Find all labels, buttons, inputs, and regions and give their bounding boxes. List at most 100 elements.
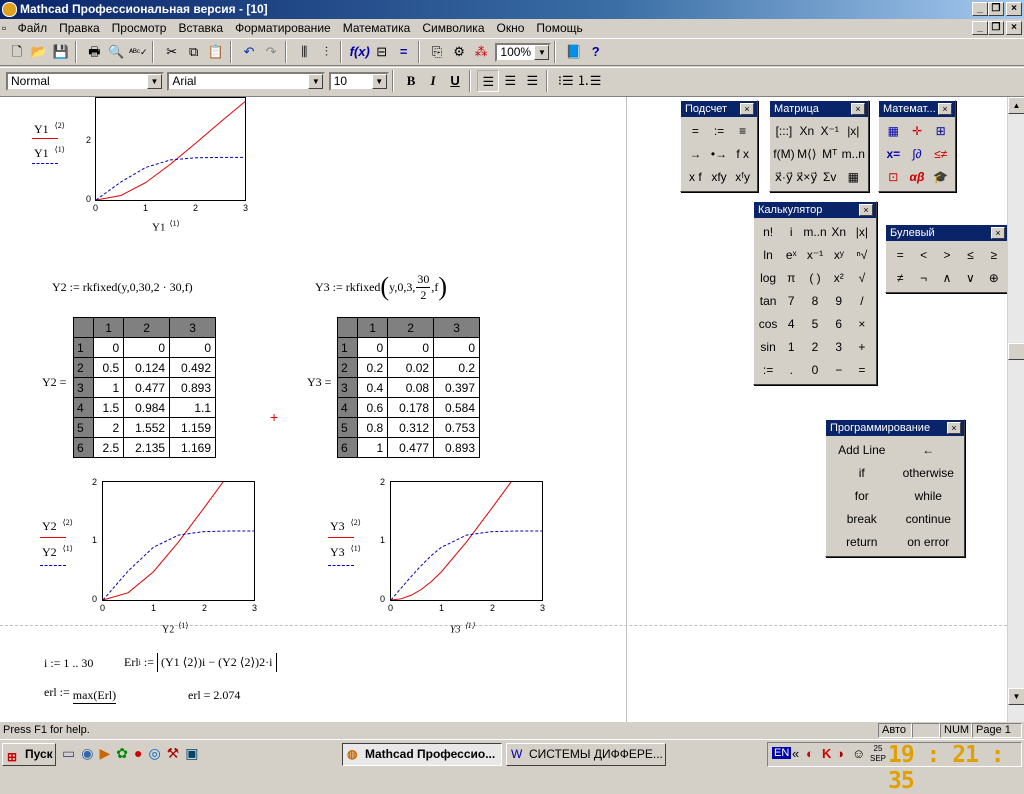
cell[interactable]: 0.5 bbox=[92, 357, 125, 378]
matrica-palette-button[interactable]: ▦ bbox=[842, 166, 865, 188]
desktop-icon[interactable]: ▭ bbox=[62, 745, 81, 761]
calc-palette-button[interactable]: 7 bbox=[780, 290, 802, 312]
start-button[interactable]: ⊞ Пуск bbox=[2, 743, 56, 766]
calc-palette-button[interactable]: ( ) bbox=[803, 267, 826, 289]
bool-palette-button[interactable]: ≥ bbox=[983, 244, 1005, 266]
calc-palette-button[interactable]: 9 bbox=[828, 290, 850, 312]
menu-view[interactable]: Просмотр bbox=[106, 19, 173, 38]
calculate-icon[interactable]: = bbox=[393, 41, 415, 63]
prog-palette-button[interactable]: for bbox=[829, 485, 895, 507]
row-index[interactable]: 5 bbox=[73, 417, 94, 438]
cell[interactable]: 0.477 bbox=[387, 437, 435, 458]
calc-palette-button[interactable]: 1 bbox=[780, 336, 802, 358]
palette-programming[interactable]: Программирование × Add Line ← if otherwise fo… bbox=[825, 419, 965, 557]
matrica-palette-button[interactable]: f(M) bbox=[773, 143, 795, 165]
align-right-icon[interactable]: ☰ bbox=[521, 70, 543, 92]
cell[interactable]: 0.312 bbox=[387, 417, 435, 438]
cell[interactable]: 1 bbox=[356, 437, 389, 458]
calc-palette-button[interactable]: 5 bbox=[803, 313, 826, 335]
open-icon[interactable]: 📂 bbox=[28, 41, 50, 63]
cell[interactable]: 0 bbox=[356, 337, 389, 358]
cell[interactable]: 0.178 bbox=[387, 397, 435, 418]
calc-palette-button[interactable]: 3 bbox=[828, 336, 850, 358]
prog-palette-button[interactable]: ← bbox=[896, 439, 962, 461]
podschet-palette-button[interactable]: ≡ bbox=[731, 120, 754, 142]
matrica-palette-button[interactable]: x⃗×y⃗ bbox=[796, 166, 818, 188]
row-index[interactable]: 4 bbox=[337, 397, 358, 418]
insert-unit-icon[interactable]: ⊟ bbox=[371, 41, 393, 63]
calc-palette-button[interactable]: xʸ bbox=[828, 244, 850, 266]
align-vertical-icon[interactable]: ⫶ bbox=[315, 41, 337, 63]
cell[interactable]: 0 bbox=[169, 337, 216, 358]
numbering-icon[interactable]: ⒈☰ bbox=[577, 70, 602, 92]
bool-palette-button[interactable]: ∧ bbox=[936, 267, 958, 289]
bold-button[interactable]: B bbox=[400, 70, 422, 92]
matrica-palette-button[interactable]: Mᵀ bbox=[819, 143, 841, 165]
cell[interactable]: 0.08 bbox=[387, 377, 435, 398]
prog-palette-button[interactable]: on error bbox=[896, 531, 962, 553]
calculus-palette-icon[interactable]: ∫∂ bbox=[906, 143, 929, 165]
menu-file[interactable]: Файл bbox=[12, 19, 54, 38]
cell[interactable]: 0.8 bbox=[356, 417, 389, 438]
programming-palette-icon[interactable]: ⊡ bbox=[882, 166, 905, 188]
matrica-palette-button[interactable]: Σv bbox=[819, 166, 841, 188]
calc-palette-button[interactable]: eˣ bbox=[780, 244, 802, 266]
menu-insert[interactable]: Вставка bbox=[172, 19, 229, 38]
cell[interactable]: 0.492 bbox=[169, 357, 216, 378]
doc-close-button[interactable]: × bbox=[1006, 21, 1022, 35]
bool-palette-button[interactable]: ¬ bbox=[912, 267, 934, 289]
redo-icon[interactable]: ↷ bbox=[260, 41, 282, 63]
minimize-button[interactable]: _ bbox=[972, 2, 988, 16]
calc-palette-button[interactable]: Xn bbox=[828, 221, 850, 243]
app-icon[interactable]: ✿ bbox=[116, 745, 134, 761]
underline-button[interactable]: U bbox=[444, 70, 466, 92]
save-icon[interactable]: 💾 bbox=[50, 41, 72, 63]
podschet-palette-button[interactable]: xfy bbox=[708, 166, 731, 188]
calc-palette-button[interactable]: 8 bbox=[803, 290, 826, 312]
menu-window[interactable]: Окно bbox=[491, 19, 531, 38]
vertical-scrollbar[interactable]: ▲ ▼ bbox=[1007, 97, 1024, 722]
close-icon[interactable]: × bbox=[740, 103, 754, 115]
podschet-palette-button[interactable]: xᶠy bbox=[731, 166, 754, 188]
insert-component2-icon[interactable]: ⚙ bbox=[448, 41, 470, 63]
podschet-palette-button[interactable]: → bbox=[684, 143, 707, 165]
row-index[interactable]: 1 bbox=[337, 337, 358, 358]
eq-erl-result[interactable]: erl = 2.074 bbox=[188, 688, 240, 703]
row-index[interactable]: 3 bbox=[73, 377, 94, 398]
new-icon[interactable]: 🗋 bbox=[6, 41, 28, 63]
calc-palette-button[interactable]: n! bbox=[757, 221, 779, 243]
plot2[interactable] bbox=[390, 440, 543, 601]
eq-erl-max[interactable]: erl := max(Erl) bbox=[44, 685, 117, 704]
row-index[interactable]: 2 bbox=[73, 357, 94, 378]
cell[interactable]: 0.2 bbox=[356, 357, 389, 378]
podschet-palette-button[interactable]: x f bbox=[684, 166, 707, 188]
calc-palette-button[interactable]: π bbox=[780, 267, 802, 289]
calc-palette-button[interactable]: m..n bbox=[803, 221, 826, 243]
palette-matrix[interactable]: Матрица × [:::] Xn X⁻¹ |x| f(M) M⟨⟩ Mᵀ m..n x⃗·y⃗… bbox=[769, 100, 869, 192]
face-icon[interactable]: ☺ bbox=[852, 746, 865, 761]
paste-icon[interactable]: 📋 bbox=[205, 41, 227, 63]
matrica-palette-button[interactable]: m..n bbox=[842, 143, 865, 165]
cell[interactable]: 0 bbox=[433, 337, 480, 358]
chevron-down-icon[interactable]: ▼ bbox=[534, 45, 550, 60]
menu-edit[interactable]: Правка bbox=[53, 19, 106, 38]
cell[interactable]: 0.584 bbox=[433, 397, 480, 418]
calc-palette-button[interactable]: 4 bbox=[780, 313, 802, 335]
doc-minimize-button[interactable]: _ bbox=[972, 21, 988, 35]
shield-icon[interactable]: ◑ bbox=[836, 746, 844, 761]
chevron-down-icon[interactable]: ▼ bbox=[147, 74, 162, 89]
close-icon[interactable]: × bbox=[938, 103, 952, 115]
calc-palette-button[interactable]: / bbox=[851, 290, 873, 312]
insert-component-icon[interactable]: ⎘ bbox=[426, 41, 448, 63]
scroll-down-icon[interactable]: ▼ bbox=[1008, 688, 1024, 705]
eq-y2-rkfixed[interactable]: Y2 := rkfixed(y,0,30,2 · 30,f) bbox=[52, 280, 193, 295]
calc-palette-button[interactable]: . bbox=[780, 359, 802, 381]
explorer-icon[interactable]: ◉ bbox=[81, 745, 99, 761]
browser-icon[interactable]: ◎ bbox=[148, 745, 166, 761]
menu-math[interactable]: Математика bbox=[337, 19, 417, 38]
cell[interactable]: 2.135 bbox=[123, 437, 171, 458]
size-select[interactable]: 10 ▼ bbox=[328, 72, 389, 91]
cell[interactable]: 0.397 bbox=[433, 377, 480, 398]
row-index[interactable]: 6 bbox=[337, 437, 358, 458]
matrica-palette-button[interactable]: |x| bbox=[842, 120, 865, 142]
